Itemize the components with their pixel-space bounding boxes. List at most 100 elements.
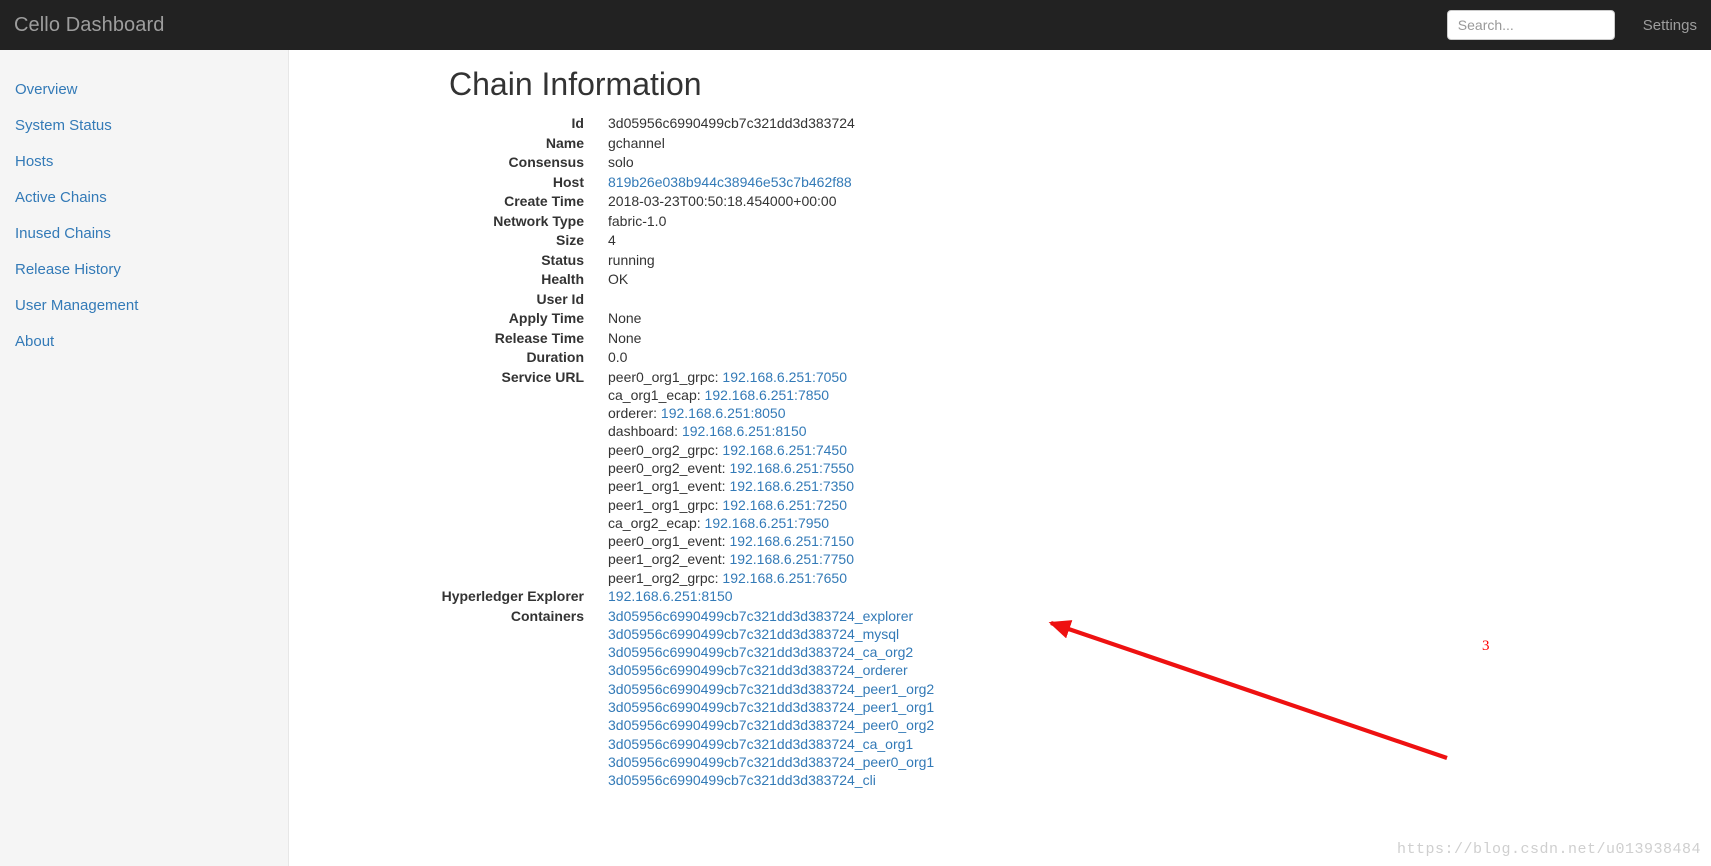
field-label-duration: Duration [526, 349, 584, 365]
field-row-user-id: User Id [289, 290, 1711, 310]
container-link[interactable]: 3d05956c6990499cb7c321dd3d383724_explore… [608, 608, 913, 624]
settings-link[interactable]: Settings [1643, 17, 1697, 34]
field-label-user-id: User Id [536, 290, 584, 307]
field-label-name: Name [545, 134, 584, 151]
sidebar-item-about[interactable]: About [0, 324, 288, 360]
sidebar-item-hosts[interactable]: Hosts [0, 144, 288, 180]
field-label-network-type: Network Type [493, 212, 584, 229]
container-item: 3d05956c6990499cb7c321dd3d383724_peer0_o… [608, 753, 934, 771]
service-url-item: peer1_org2_grpc: 192.168.6.251:7650 [608, 569, 854, 587]
field-label-apply-time: Apply Time [508, 310, 584, 326]
container-list: 3d05956c6990499cb7c321dd3d383724_explore… [608, 607, 934, 790]
service-url-name: dashboard: [608, 423, 682, 440]
field-label-hyperledger-explorer: Hyperledger Explorer [441, 588, 584, 605]
service-url-link[interactable]: 192.168.6.251:8150 [682, 423, 807, 439]
service-url-list: peer0_org1_grpc: 192.168.6.251:7050 ca_or… [608, 368, 854, 588]
container-link[interactable]: 3d05956c6990499cb7c321dd3d383724_ca_org2 [608, 644, 913, 660]
container-link[interactable]: 3d05956c6990499cb7c321dd3d383724_ca_org1 [608, 736, 913, 752]
container-item: 3d05956c6990499cb7c321dd3d383724_peer1_o… [608, 680, 934, 698]
field-label-health: Health [541, 271, 584, 287]
field-label-status: Status [541, 251, 584, 268]
sidebar-item-active-chains[interactable]: Active Chains [0, 180, 288, 216]
field-value-duration: 0.0 [608, 349, 628, 365]
page-title: Chain Information [449, 66, 702, 102]
field-row-host: Host 819b26e038b944c38946e53c7b462f88 [289, 173, 1711, 193]
service-url-link[interactable]: 192.168.6.251:8050 [661, 405, 786, 421]
sidebar-item-overview[interactable]: Overview [0, 72, 288, 108]
hyperledger-explorer-link[interactable]: 192.168.6.251:8150 [608, 588, 733, 604]
service-url-item: peer1_org1_grpc: 192.168.6.251:7250 [608, 496, 854, 514]
container-link[interactable]: 3d05956c6990499cb7c321dd3d383724_cli [608, 772, 876, 788]
service-url-item: ca_org2_ecap: 192.168.6.251:7950 [608, 514, 854, 532]
service-url-name: peer1_org2_grpc: [608, 569, 723, 586]
field-label-release-time: Release Time [494, 329, 584, 346]
app-brand-title[interactable]: Cello Dashboard [14, 15, 164, 35]
host-link[interactable]: 819b26e038b944c38946e53c7b462f88 [608, 174, 852, 190]
service-url-name: ca_org1_ecap: [608, 386, 705, 403]
container-item: 3d05956c6990499cb7c321dd3d383724_peer0_o… [608, 716, 934, 734]
field-row-health: Health OK [289, 270, 1711, 290]
field-row-status: Status running [289, 251, 1711, 271]
container-link[interactable]: 3d05956c6990499cb7c321dd3d383724_peer0_o… [608, 754, 934, 770]
field-label-host: Host [552, 173, 584, 190]
service-url-name: peer1_org2_event: [608, 551, 730, 568]
service-url-link[interactable]: 192.168.6.251:7650 [722, 570, 847, 586]
container-link[interactable]: 3d05956c6990499cb7c321dd3d383724_mysql [608, 626, 899, 642]
field-value-size: 4 [608, 232, 616, 248]
app-root: Cello Dashboard Settings Overview System… [0, 0, 1711, 866]
service-url-name: ca_org2_ecap: [608, 514, 705, 531]
service-url-link[interactable]: 192.168.6.251:7350 [729, 478, 854, 494]
service-url-item: peer0_org1_event: 192.168.6.251:7150 [608, 532, 854, 550]
sidebar-item-user-management[interactable]: User Management [0, 288, 288, 324]
service-url-link[interactable]: 192.168.6.251:7450 [722, 442, 847, 458]
field-value-host-wrapper: 819b26e038b944c38946e53c7b462f88 [608, 173, 852, 193]
service-url-item: peer0_org2_event: 192.168.6.251:7550 [608, 459, 854, 477]
field-value-network-type: fabric-1.0 [608, 212, 667, 229]
watermark-text: https://blog.csdn.net/u013938484 [1396, 841, 1701, 858]
search-input[interactable] [1446, 10, 1615, 40]
service-url-name: peer1_org1_event: [608, 478, 730, 495]
service-url-link[interactable]: 192.168.6.251:7950 [705, 515, 830, 531]
field-label-consensus: Consensus [508, 154, 584, 170]
service-url-link[interactable]: 192.168.6.251:7550 [729, 460, 854, 476]
service-url-link[interactable]: 192.168.6.251:7750 [729, 551, 854, 567]
navbar-right-group: Settings [1446, 0, 1711, 50]
field-value-consensus: solo [608, 154, 634, 170]
container-item: 3d05956c6990499cb7c321dd3d383724_ca_org2 [608, 643, 934, 661]
service-url-link[interactable]: 192.168.6.251:7850 [705, 387, 830, 403]
field-label-containers: Containers [510, 607, 584, 624]
sidebar-item-inused-chains[interactable]: Inused Chains [0, 216, 288, 252]
field-row-hyperledger-explorer: Hyperledger Explorer 192.168.6.251:8150 [289, 587, 1711, 607]
field-row-service-url: Service URL peer0_org1_grpc: 192.168.6.2… [289, 368, 1711, 588]
service-url-link[interactable]: 192.168.6.251:7250 [722, 497, 847, 513]
field-label-id: Id [571, 115, 584, 131]
service-url-name: peer0_org1_event: [608, 533, 730, 550]
container-link[interactable]: 3d05956c6990499cb7c321dd3d383724_peer1_o… [608, 699, 934, 715]
service-url-item: ca_org1_ecap: 192.168.6.251:7850 [608, 386, 854, 404]
field-value-apply-time: None [608, 310, 642, 326]
service-url-link[interactable]: 192.168.6.251:7150 [729, 533, 854, 549]
service-url-item: orderer: 192.168.6.251:8050 [608, 404, 854, 422]
container-link[interactable]: 3d05956c6990499cb7c321dd3d383724_peer1_o… [608, 681, 934, 697]
service-url-link[interactable]: 192.168.6.251:7050 [722, 369, 847, 385]
service-url-name: peer0_org2_event: [608, 459, 730, 476]
field-value-create-time: 2018-03-23T00:50:18.454000+00:00 [608, 193, 837, 209]
main-content: Chain Information Id 3d05956c6990499cb7c… [289, 50, 1711, 866]
field-row-containers: Containers 3d05956c6990499cb7c321dd3d383… [289, 607, 1711, 790]
field-label-size: Size [555, 232, 584, 248]
container-item: 3d05956c6990499cb7c321dd3d383724_peer1_o… [608, 698, 934, 716]
sidebar-nav: Overview System Status Hosts Active Chai… [0, 50, 289, 866]
service-url-name: peer0_org2_grpc: [608, 441, 723, 458]
service-url-item: peer1_org1_event: 192.168.6.251:7350 [608, 477, 854, 495]
container-link[interactable]: 3d05956c6990499cb7c321dd3d383724_peer0_o… [608, 717, 934, 733]
field-value-id: 3d05956c6990499cb7c321dd3d383724 [608, 115, 855, 131]
field-row-release-time: Release Time None [289, 329, 1711, 349]
sidebar-item-system-status[interactable]: System Status [0, 108, 288, 144]
sidebar-item-release-history[interactable]: Release History [0, 252, 288, 288]
field-value-name: gchannel [608, 134, 665, 151]
container-item: 3d05956c6990499cb7c321dd3d383724_explore… [608, 607, 934, 625]
field-row-name: Name gchannel [289, 134, 1711, 154]
chain-information-list: Id 3d05956c6990499cb7c321dd3d383724 Name… [289, 114, 1711, 790]
field-row-size: Size 4 [289, 231, 1711, 251]
container-link[interactable]: 3d05956c6990499cb7c321dd3d383724_orderer [608, 662, 908, 678]
